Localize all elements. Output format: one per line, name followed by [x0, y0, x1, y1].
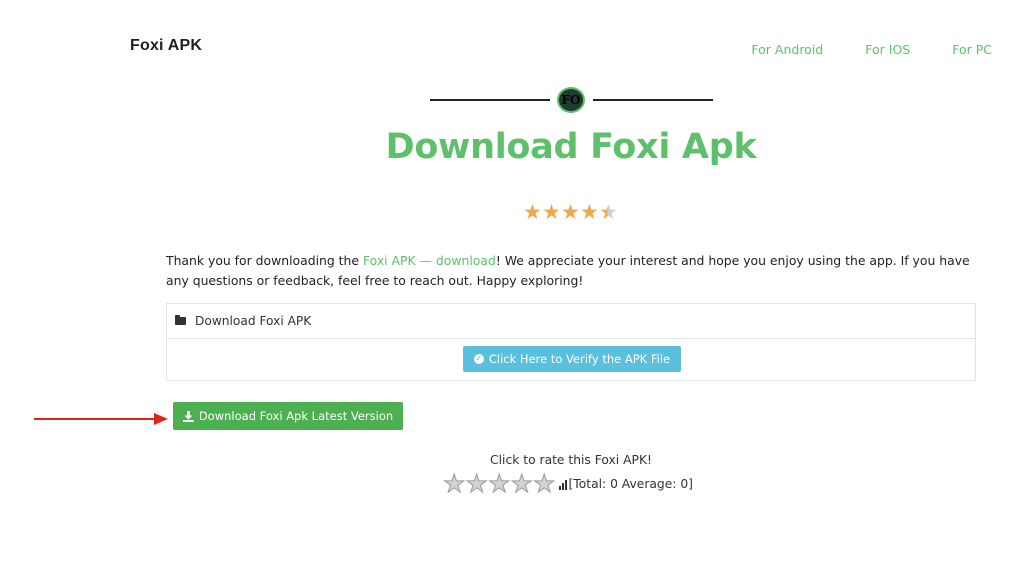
intro-download-link[interactable]: Foxi APK — download [363, 253, 496, 268]
download-latest-button[interactable]: Download Foxi Apk Latest Version [173, 402, 403, 430]
nav-link-android[interactable]: For Android [751, 42, 823, 57]
rate-widget: ★ ★ ★ ★ ★ [Total: 0 Average: 0] [443, 470, 693, 497]
nav-link-pc[interactable]: For PC [952, 42, 992, 57]
star-half-icon: ★ [599, 200, 618, 224]
bar-chart-icon [558, 479, 567, 490]
rating-stars-display: ★ ★ ★ ★ ★ [523, 201, 618, 223]
download-box: Download Foxi APK ✓ Click Here to Verify… [166, 303, 976, 381]
divider-line-left [430, 99, 550, 101]
divider-line-right [593, 99, 713, 101]
red-arrow-icon [34, 413, 168, 425]
rate-star-1[interactable]: ★ [443, 470, 466, 497]
star-filled-icon: ★ [580, 200, 599, 224]
star-filled-icon: ★ [523, 200, 542, 224]
download-latest-button-label: Download Foxi Apk Latest Version [198, 409, 394, 423]
nav-link-ios[interactable]: For IOS [865, 42, 910, 57]
rate-prompt: Click to rate this Foxi APK! [490, 453, 652, 467]
folder-open-icon [175, 315, 186, 325]
rate-star-2[interactable]: ★ [465, 470, 488, 497]
star-filled-icon: ★ [542, 200, 561, 224]
site-title[interactable]: Foxi APK [130, 37, 202, 55]
top-nav: For Android For IOS For PC [751, 42, 992, 57]
download-icon [182, 410, 194, 422]
logo-badge-icon: FO [557, 87, 585, 113]
verify-apk-button[interactable]: ✓ Click Here to Verify the APK File [463, 346, 681, 372]
star-filled-icon: ★ [561, 200, 580, 224]
rate-star-3[interactable]: ★ [488, 470, 511, 497]
intro-paragraph: Thank you for downloading the Foxi APK —… [166, 251, 976, 290]
rate-star-4[interactable]: ★ [510, 470, 533, 497]
page-title: Download Foxi Apk [385, 127, 757, 167]
verify-apk-button-label: Click Here to Verify the APK File [488, 352, 671, 366]
download-box-heading: Download Foxi APK [167, 304, 975, 339]
rate-summary: [Total: 0 Average: 0] [568, 477, 693, 491]
rate-star-5[interactable]: ★ [533, 470, 556, 497]
check-circle-icon: ✓ [473, 354, 484, 364]
download-box-heading-label: Download Foxi APK [195, 314, 312, 328]
intro-text-start: Thank you for downloading the [166, 253, 363, 268]
title-divider: FO [430, 87, 713, 113]
